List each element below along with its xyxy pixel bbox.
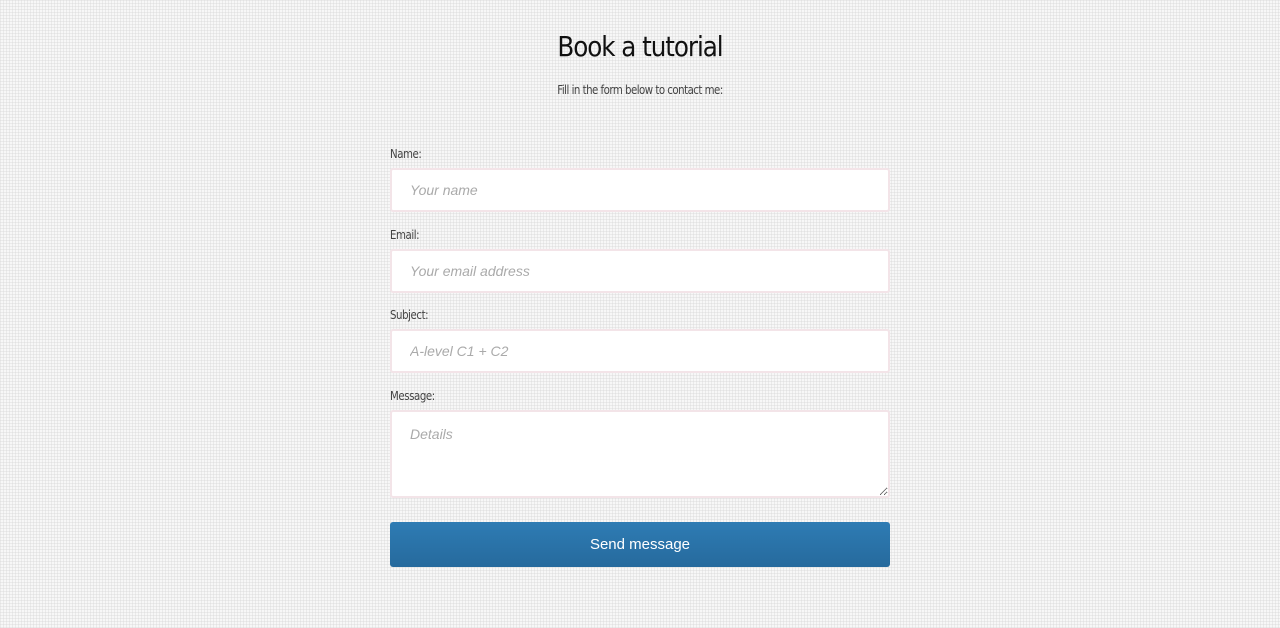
message-textarea[interactable] (390, 410, 890, 498)
page-subtitle: Fill in the form below to contact me: (557, 83, 723, 97)
subject-label: Subject: (390, 308, 429, 322)
message-label: Message: (390, 389, 435, 403)
email-label: Email: (390, 228, 420, 242)
name-field[interactable] (390, 168, 890, 212)
send-message-button[interactable]: Send message (390, 522, 890, 567)
page-title: Book a tutorial (557, 30, 723, 63)
subject-field[interactable] (390, 329, 890, 373)
name-label: Name: (390, 147, 422, 161)
email-field[interactable] (390, 249, 890, 293)
